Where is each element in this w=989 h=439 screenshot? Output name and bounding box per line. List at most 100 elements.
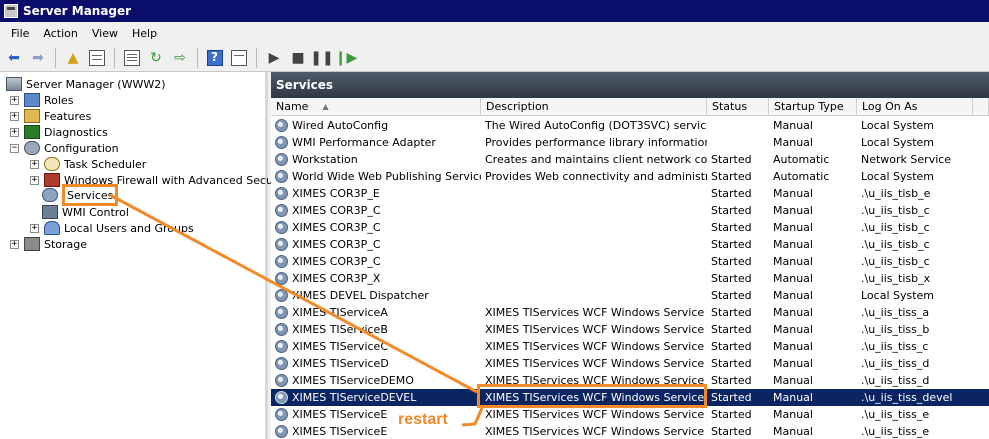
expand-icon[interactable]: + bbox=[30, 223, 39, 233]
cell-status: Started bbox=[711, 323, 752, 336]
tree-item-label: WMI Control bbox=[62, 205, 129, 219]
table-row[interactable]: Wired AutoConfig The Wired AutoConfig (DO… bbox=[271, 117, 989, 134]
firewall-icon bbox=[44, 173, 60, 187]
restart-icon[interactable]: ❙▶ bbox=[335, 48, 358, 68]
cell-status: Started bbox=[711, 238, 752, 251]
expand-icon[interactable]: + bbox=[30, 175, 39, 185]
cell-status: Started bbox=[711, 289, 752, 302]
column-header-name[interactable]: Name ▲ bbox=[271, 98, 481, 116]
menu-file[interactable]: File bbox=[4, 27, 36, 40]
cell-name: XIMES DEVEL Dispatcher bbox=[292, 289, 429, 302]
cell-logon: .\u_iis_tiss_e bbox=[861, 408, 930, 421]
tree-item-diagnostics[interactable]: + Diagnostics bbox=[10, 124, 108, 140]
cell-logon: .\u_iis_tiss_a bbox=[861, 306, 930, 319]
tree-item-label: Roles bbox=[44, 93, 74, 107]
pane-title: Services bbox=[271, 72, 989, 98]
table-row[interactable]: XIMES TIServiceE XIMES TIServices WCF Win… bbox=[271, 423, 989, 439]
export-icon[interactable]: ⇨ bbox=[170, 48, 190, 68]
cell-desc: XIMES TIServices WCF Windows Service ... bbox=[485, 340, 707, 353]
table-row[interactable]: XIMES COR3P_C Started Manual .\u_iis_tisb_c bbox=[271, 219, 989, 236]
column-header-startup-type[interactable]: Startup Type bbox=[769, 98, 857, 116]
cell-desc: Creates and maintains client network con… bbox=[485, 153, 707, 166]
menu-action[interactable]: Action bbox=[36, 27, 84, 40]
cell-name: XIMES COR3P_C bbox=[292, 204, 381, 217]
table-row[interactable]: WMI Performance Adapter Provides performa… bbox=[271, 134, 989, 151]
help-icon[interactable] bbox=[205, 48, 225, 68]
table-row[interactable]: XIMES TIServiceB XIMES TIServices WCF Win… bbox=[271, 321, 989, 338]
cell-name: World Wide Web Publishing Service bbox=[292, 170, 481, 183]
cell-startup: Manual bbox=[773, 425, 813, 438]
tree-item-label: Services bbox=[62, 184, 119, 206]
table-row[interactable]: XIMES COR3P_C Started Manual .\u_iis_tisb_c bbox=[271, 202, 989, 219]
table-row[interactable]: XIMES COR3P_C Started Manual .\u_iis_tisb_c bbox=[271, 236, 989, 253]
pause-icon[interactable]: ❚❚ bbox=[310, 48, 333, 68]
expand-icon[interactable]: + bbox=[10, 127, 19, 137]
cell-name: XIMES TIServiceB bbox=[292, 323, 388, 336]
tree-item-task-scheduler[interactable]: + Task Scheduler bbox=[30, 156, 146, 172]
table-row[interactable]: World Wide Web Publishing Service Provide… bbox=[271, 168, 989, 185]
table-row[interactable]: XIMES TIServiceD XIMES TIServices WCF Win… bbox=[271, 355, 989, 372]
column-header-description[interactable]: Description bbox=[481, 98, 707, 116]
collapse-icon[interactable]: − bbox=[10, 143, 19, 153]
tree-item-roles[interactable]: + Roles bbox=[10, 92, 73, 108]
tree-item-features[interactable]: + Features bbox=[10, 108, 91, 124]
console-icon[interactable] bbox=[229, 48, 249, 68]
cell-startup: Manual bbox=[773, 204, 813, 217]
column-label: Name bbox=[276, 100, 309, 113]
tree-item-label: Diagnostics bbox=[44, 125, 108, 139]
menu-view[interactable]: View bbox=[85, 27, 125, 40]
configuration-icon bbox=[24, 141, 40, 155]
cell-status bbox=[707, 117, 769, 134]
tree-item-local-users[interactable]: + Local Users and Groups bbox=[30, 220, 194, 236]
expand-icon[interactable]: + bbox=[10, 239, 19, 249]
cell-desc: Provides performance library information… bbox=[485, 136, 707, 149]
cell-startup: Manual bbox=[773, 255, 813, 268]
cell-logon: .\u_iis_tisb_c bbox=[861, 255, 930, 268]
up-folder-icon[interactable]: ▲ bbox=[63, 48, 83, 68]
start-icon[interactable]: ▶ bbox=[264, 48, 284, 68]
cell-status: Started bbox=[711, 153, 752, 166]
tree-item-label: Local Users and Groups bbox=[64, 221, 194, 235]
cell-startup: Manual bbox=[773, 119, 813, 132]
table-row[interactable]: XIMES DEVEL Dispatcher Started Manual Local… bbox=[271, 287, 989, 304]
table-row[interactable]: XIMES COR3P_C Started Manual .\u_iis_tisb_c bbox=[271, 253, 989, 270]
show-tree-icon[interactable] bbox=[87, 48, 107, 68]
back-arrow-icon[interactable]: ⬅ bbox=[4, 48, 24, 68]
table-row[interactable]: Workstation Creates and maintains client … bbox=[271, 151, 989, 168]
toolbar-separator bbox=[114, 47, 115, 68]
toolbar-separator bbox=[197, 47, 198, 68]
cell-logon: .\u_iis_tisb_c bbox=[861, 238, 930, 251]
cell-logon: .\u_iis_tiss_c bbox=[861, 340, 929, 353]
tree-item-label: Storage bbox=[44, 237, 88, 251]
expand-icon[interactable]: + bbox=[10, 95, 19, 105]
cell-status: Started bbox=[711, 306, 752, 319]
cell-startup: Automatic bbox=[773, 153, 830, 166]
cell-startup: Manual bbox=[773, 374, 813, 387]
tree-item-wmi[interactable]: WMI Control bbox=[42, 204, 129, 220]
cell-name: Workstation bbox=[292, 153, 358, 166]
stop-icon[interactable]: ■ bbox=[288, 48, 308, 68]
table-row[interactable]: XIMES TIServiceA XIMES TIServices WCF Win… bbox=[271, 304, 989, 321]
cell-status: Started bbox=[711, 272, 752, 285]
cell-logon: .\u_iis_tiss_d bbox=[861, 357, 930, 370]
properties-icon[interactable] bbox=[122, 48, 142, 68]
cell-desc bbox=[481, 219, 707, 236]
expand-icon[interactable]: + bbox=[30, 159, 39, 169]
table-row[interactable]: XIMES TIServiceC XIMES TIServices WCF Win… bbox=[271, 338, 989, 355]
tree-item-storage[interactable]: + Storage bbox=[10, 236, 87, 252]
forward-arrow-icon[interactable]: ➡ bbox=[28, 48, 48, 68]
column-header-log-on-as[interactable]: Log On As bbox=[857, 98, 973, 116]
refresh-icon[interactable]: ↻ bbox=[146, 48, 166, 68]
column-header-status[interactable]: Status bbox=[707, 98, 769, 116]
tree-root[interactable]: Server Manager (WWW2) bbox=[6, 76, 166, 92]
menu-help[interactable]: Help bbox=[125, 27, 164, 40]
table-row[interactable]: XIMES TIServiceE XIMES TIServices WCF Win… bbox=[271, 406, 989, 423]
cell-desc bbox=[481, 270, 707, 287]
menu-bar: File Action View Help bbox=[0, 22, 989, 44]
tree-item-configuration[interactable]: − Configuration bbox=[10, 140, 119, 156]
cell-status: Started bbox=[711, 187, 752, 200]
tree-item-services[interactable]: Services bbox=[42, 184, 119, 206]
table-row[interactable]: XIMES COR3P_E Started Manual .\u_iis_tisb_e bbox=[271, 185, 989, 202]
expand-icon[interactable]: + bbox=[10, 111, 19, 121]
table-row[interactable]: XIMES COR3P_X Started Manual .\u_iis_tisb_x bbox=[271, 270, 989, 287]
